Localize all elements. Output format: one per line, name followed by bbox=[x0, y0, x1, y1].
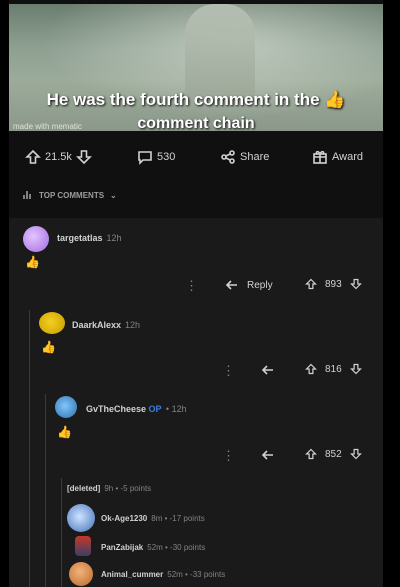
avatar[interactable] bbox=[69, 562, 93, 586]
downvote-icon[interactable] bbox=[349, 278, 362, 290]
comment-score: 852 bbox=[325, 448, 342, 460]
comments-button[interactable]: 530 bbox=[137, 140, 175, 174]
timestamp: 12h bbox=[106, 233, 122, 243]
avatar[interactable] bbox=[67, 504, 95, 532]
collapsed-comment[interactable]: Ok-Age1230 8m • -17 points bbox=[101, 514, 205, 523]
comment-score: 893 bbox=[325, 278, 342, 290]
downvote-icon[interactable] bbox=[75, 149, 92, 165]
reply-button[interactable]: Reply bbox=[225, 278, 273, 292]
collapsed-comment[interactable]: Animal_cummer 52m • -33 points bbox=[101, 570, 225, 579]
comment-body: 👍 bbox=[57, 425, 72, 439]
upvote-icon[interactable] bbox=[25, 149, 41, 165]
reply-label: Reply bbox=[247, 279, 273, 291]
comment-section: targetatlas 12h 👍 ⋮ Reply 893 DaarkAlexx 1… bbox=[9, 218, 383, 587]
comment-author[interactable]: GvTheCheese OP • 12h bbox=[86, 404, 187, 414]
app-frame: He was the fourth comment in the 👍 comme… bbox=[9, 0, 383, 587]
comment-author[interactable]: DaarkAlexx 12h bbox=[72, 320, 140, 330]
reply-icon bbox=[261, 448, 275, 462]
more-options-icon[interactable]: ⋮ bbox=[222, 448, 235, 464]
sort-label: TOP COMMENTS bbox=[39, 190, 105, 200]
comment-meta: 8m • -17 points bbox=[151, 514, 205, 523]
collapsed-comment[interactable]: PanZabijak 52m • -30 points bbox=[101, 543, 205, 552]
username: Animal_cummer bbox=[101, 570, 164, 579]
username[interactable]: GvTheCheese bbox=[86, 404, 146, 414]
comment-score: 816 bbox=[325, 363, 342, 375]
post-vote-count: 21.5k bbox=[45, 151, 72, 163]
comment-body: 👍 bbox=[25, 255, 40, 269]
username[interactable]: DaarkAlexx bbox=[72, 320, 121, 330]
username[interactable]: targetatlas bbox=[57, 233, 103, 243]
thread-line[interactable] bbox=[29, 310, 30, 587]
username: [deleted] bbox=[67, 484, 101, 493]
chevron-down-icon: ⌄ bbox=[110, 190, 117, 200]
image-figure bbox=[185, 4, 255, 104]
downvote-icon[interactable] bbox=[349, 448, 362, 460]
avatar[interactable] bbox=[39, 312, 65, 334]
reply-icon bbox=[261, 363, 275, 377]
username: PanZabijak bbox=[101, 543, 144, 552]
collapsed-comment[interactable]: [deleted] 9h • -5 points bbox=[67, 484, 151, 493]
upvote-icon[interactable] bbox=[305, 278, 317, 290]
avatar[interactable] bbox=[55, 396, 77, 418]
comment-sort-dropdown[interactable]: TOP COMMENTS ⌄ bbox=[23, 190, 117, 200]
upvote-icon[interactable] bbox=[305, 363, 317, 375]
upvote-icon[interactable] bbox=[305, 448, 317, 460]
share-label: Share bbox=[240, 151, 270, 163]
more-options-icon[interactable]: ⋮ bbox=[222, 363, 235, 379]
comment-vote-group: 816 bbox=[305, 363, 362, 375]
meme-caption-line1: He was the fourth comment in the 👍 bbox=[46, 90, 346, 109]
share-icon bbox=[220, 149, 236, 165]
timestamp: • 12h bbox=[165, 404, 187, 414]
comment-count: 530 bbox=[157, 151, 176, 163]
avatar[interactable] bbox=[23, 226, 49, 252]
comment-actions: ⋮ bbox=[222, 448, 235, 464]
post-image[interactable]: He was the fourth comment in the 👍 comme… bbox=[9, 4, 383, 131]
thread-line[interactable] bbox=[45, 394, 46, 587]
reply-icon bbox=[225, 278, 239, 292]
bar-chart-icon bbox=[23, 190, 33, 200]
avatar[interactable] bbox=[75, 536, 91, 556]
comment-icon bbox=[137, 149, 153, 165]
reply-button[interactable] bbox=[261, 448, 275, 462]
comment-vote-group: 893 bbox=[305, 278, 362, 290]
award-icon bbox=[312, 149, 328, 165]
award-button[interactable]: Award bbox=[312, 140, 363, 174]
more-options-icon[interactable]: ⋮ bbox=[185, 278, 198, 294]
op-badge: OP bbox=[148, 404, 162, 414]
reply-button[interactable] bbox=[261, 363, 275, 377]
meme-watermark: made with mematic bbox=[13, 122, 82, 131]
username: Ok-Age1230 bbox=[101, 514, 148, 523]
vote-group: 21.5k bbox=[25, 140, 92, 174]
award-label: Award bbox=[332, 151, 363, 163]
post-action-bar: 21.5k 530 Share Award bbox=[9, 140, 383, 174]
downvote-icon[interactable] bbox=[349, 363, 362, 375]
comment-body: 👍 bbox=[41, 340, 56, 354]
comment-meta: 52m • -33 points bbox=[167, 570, 226, 579]
comment-vote-group: 852 bbox=[305, 448, 362, 460]
share-button[interactable]: Share bbox=[220, 140, 269, 174]
comment-actions: ⋮ bbox=[185, 278, 198, 294]
comment-meta: 52m • -30 points bbox=[147, 543, 206, 552]
comment-actions: ⋮ bbox=[222, 363, 235, 379]
comment-meta: 9h • -5 points bbox=[104, 484, 152, 493]
timestamp: 12h bbox=[125, 320, 141, 330]
thread-line[interactable] bbox=[61, 478, 62, 587]
comment-author[interactable]: targetatlas 12h bbox=[57, 233, 122, 243]
